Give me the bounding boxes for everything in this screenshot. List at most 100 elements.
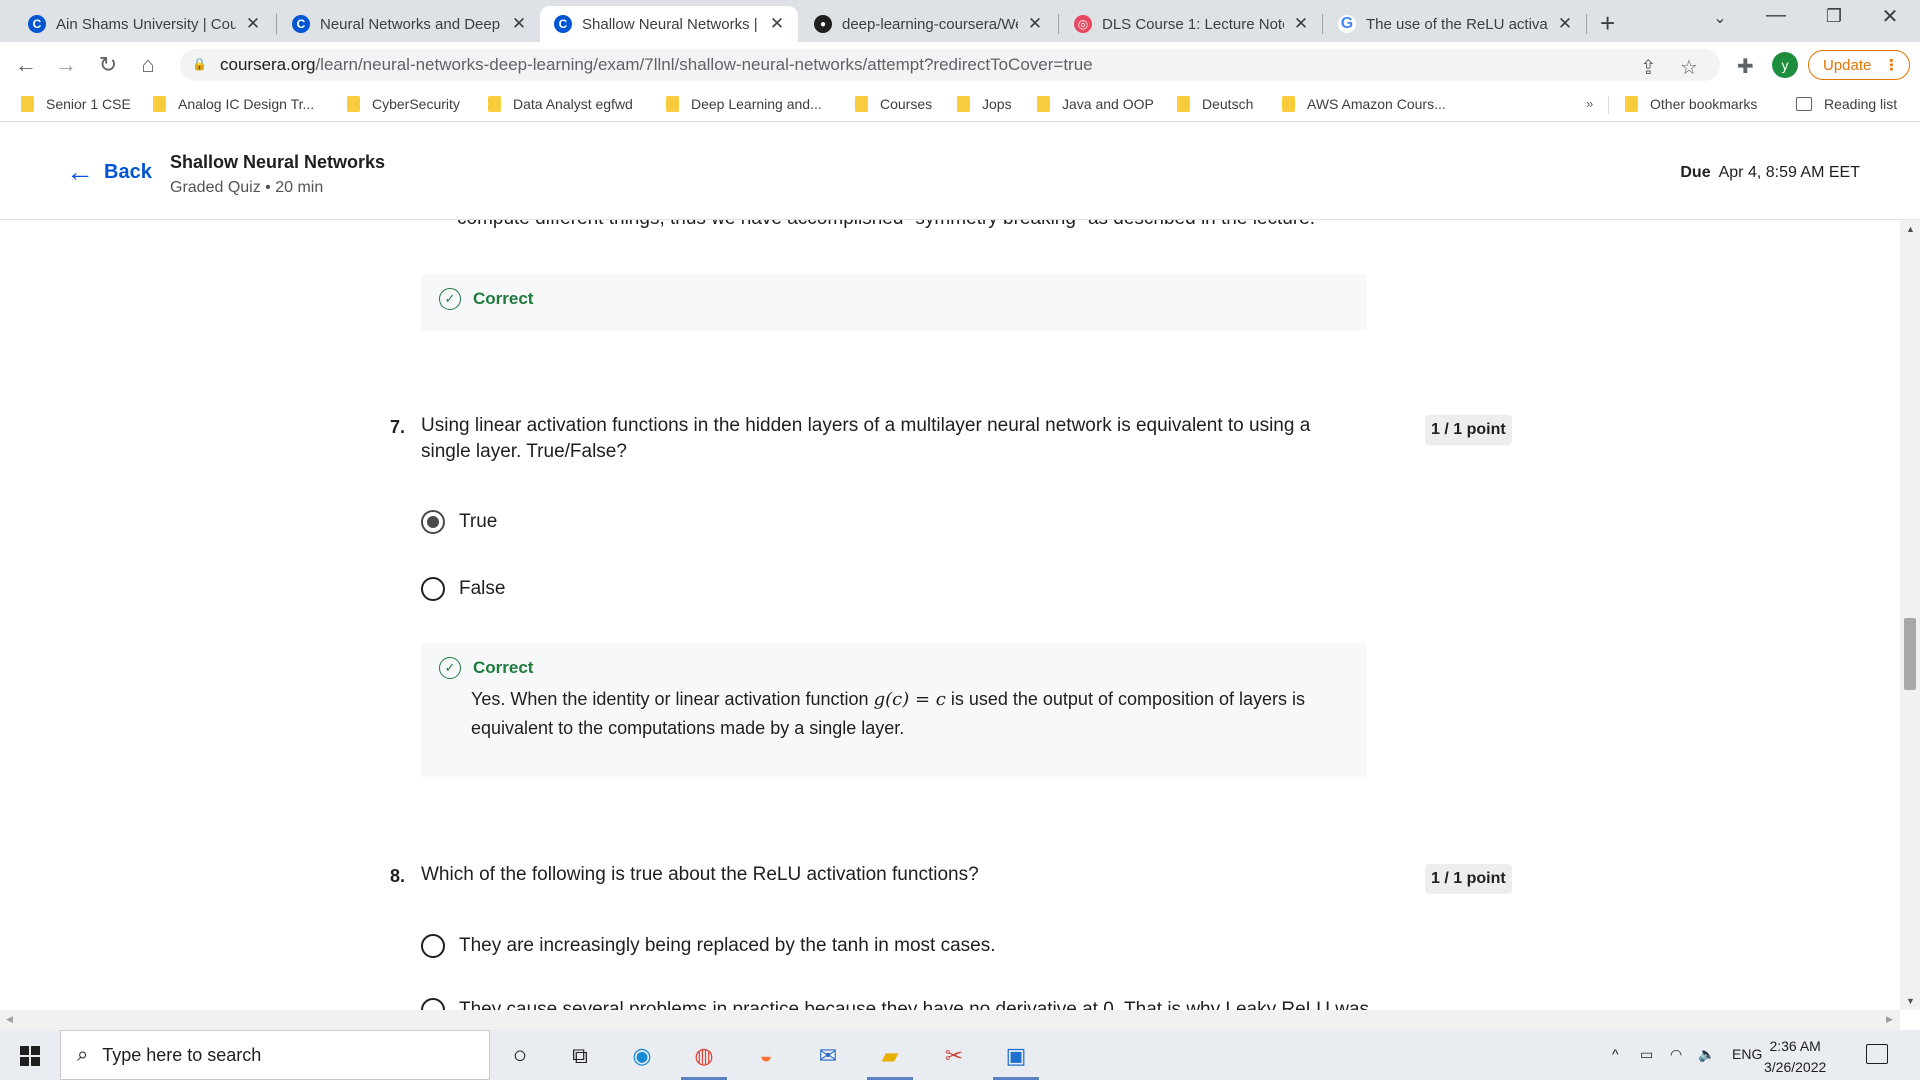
radio-button[interactable] [421, 510, 445, 534]
cortana-icon[interactable]: ○ [504, 1040, 536, 1072]
arrow-left-icon: ← [66, 156, 94, 187]
battery-icon[interactable]: ▭ [1640, 1046, 1653, 1063]
wifi-icon[interactable]: ◠ [1670, 1046, 1682, 1063]
option-tanh-replacement[interactable]: They are increasingly being replaced by … [421, 934, 996, 958]
bookmark-item[interactable]: Jops [957, 96, 1012, 112]
task-view-icon[interactable]: ⧉ [564, 1040, 596, 1072]
points-badge: 1 / 1 point [1425, 864, 1512, 894]
feedback-q7: ✓ Correct Yes. When the identity or line… [421, 643, 1367, 777]
edge-icon[interactable]: ◉ [626, 1040, 658, 1072]
clock-time: 2:36 AM [1769, 1038, 1821, 1054]
share-icon[interactable]: ⇪ [1640, 55, 1657, 80]
taskbar-search[interactable]: ⌕ Type here to search [60, 1030, 490, 1080]
scroll-right-icon[interactable]: ▶ [1886, 1014, 1893, 1025]
close-icon[interactable]: ✕ [508, 14, 530, 34]
update-label: Update [1823, 56, 1872, 74]
close-icon[interactable]: ✕ [1554, 14, 1576, 34]
scroll-left-icon[interactable]: ◀ [6, 1014, 13, 1025]
forward-arrow-icon[interactable]: → [50, 50, 82, 80]
update-button[interactable]: Update ⋮ [1808, 50, 1910, 80]
tab-dls-notes[interactable]: ◎ DLS Course 1: Lecture Note ✕ [1060, 6, 1322, 42]
new-tab-button[interactable]: + [1600, 8, 1615, 39]
bookmark-item[interactable]: Deep Learning and... [666, 96, 822, 112]
mail-icon[interactable]: ✉ [812, 1040, 844, 1072]
minimize-icon[interactable]: — [1756, 4, 1796, 27]
tab-ain-shams[interactable]: C Ain Shams University | Cour ✕ [14, 6, 274, 42]
volume-icon[interactable]: 🔈 [1698, 1046, 1715, 1063]
folder-icon [957, 96, 970, 112]
tab-search-icon[interactable]: ⌄ [1700, 8, 1740, 28]
question-number: 7. [390, 417, 406, 437]
radio-button[interactable] [421, 577, 445, 601]
scroll-down-icon[interactable]: ▼ [1906, 996, 1915, 1006]
vertical-scrollbar[interactable]: ▲ ▼ [1900, 220, 1920, 1010]
due-date: Due Apr 4, 8:59 AM EET [1680, 164, 1860, 182]
extensions-puzzle-icon[interactable]: ✚ [1737, 54, 1754, 79]
folder-icon [1625, 96, 1638, 112]
home-icon[interactable]: ⌂ [132, 50, 164, 80]
tab-github[interactable]: ● deep-learning-coursera/We ✕ [800, 6, 1056, 42]
bookmark-item[interactable]: Courses [855, 96, 932, 112]
bookmarks-overflow-icon[interactable]: » [1586, 96, 1593, 111]
back-arrow-icon[interactable]: ← [10, 50, 42, 80]
snipping-tool-icon[interactable]: ✂ [938, 1040, 970, 1072]
bookmark-item[interactable]: Deutsch [1177, 96, 1253, 112]
system-clock[interactable]: 2:36 AM 3/26/2022 [1764, 1036, 1826, 1078]
windows-start-icon[interactable] [20, 1046, 40, 1066]
firefox-icon[interactable]: ◒ [750, 1040, 782, 1072]
bookmark-item[interactable]: CyberSecurity [347, 96, 460, 112]
question-text: Using linear activation functions in the… [421, 415, 1311, 462]
bookmark-item[interactable]: Java and OOP [1037, 96, 1154, 112]
check-circle-icon: ✓ [439, 657, 461, 679]
tray-chevron-icon[interactable]: ^ [1612, 1046, 1619, 1062]
lock-icon: 🔒 [192, 57, 207, 71]
horizontal-scrollbar[interactable]: ◀ ▶ [0, 1010, 1900, 1030]
option-label: They cause several problems in practice … [459, 999, 1370, 1010]
close-icon[interactable]: ✕ [766, 14, 788, 34]
scrollbar-thumb[interactable] [1904, 618, 1916, 690]
bookmark-item[interactable]: Senior 1 CSE [21, 96, 131, 112]
bookmark-item[interactable]: Data Analyst egfwd [488, 96, 633, 112]
option-no-derivative[interactable]: They cause several problems in practice … [421, 998, 1369, 1010]
google-icon: G [1338, 15, 1356, 33]
close-icon[interactable]: ✕ [1024, 14, 1046, 34]
option-true[interactable]: True [421, 510, 497, 534]
language-indicator[interactable]: ENG [1732, 1046, 1762, 1062]
tab-strip: C Ain Shams University | Cour ✕ C Neural… [0, 0, 1920, 42]
other-bookmarks[interactable]: Other bookmarks [1625, 96, 1757, 112]
due-value: Apr 4, 8:59 AM EET [1718, 164, 1860, 181]
tab-shallow-neural-networks[interactable]: C Shallow Neural Networks | C ✕ [540, 6, 798, 42]
bookmark-item[interactable]: Analog IC Design Tr... [153, 96, 314, 112]
folder-icon [855, 96, 868, 112]
url-host: coursera.org [220, 55, 316, 74]
quiz-header: ← Back Shallow Neural Networks Graded Qu… [0, 122, 1920, 220]
folder-icon [1282, 96, 1295, 112]
file-explorer-icon[interactable]: ▰ [874, 1040, 906, 1072]
chrome-icon[interactable]: ◍ [688, 1040, 720, 1072]
restore-icon[interactable]: ❐ [1814, 6, 1854, 27]
coursera-icon: C [292, 15, 310, 33]
back-button[interactable]: ← Back [66, 158, 152, 186]
quiz-meta: Graded Quiz • 20 min [170, 179, 324, 196]
star-icon[interactable]: ☆ [1680, 55, 1698, 80]
option-false[interactable]: False [421, 577, 505, 601]
github-icon: ● [814, 15, 832, 33]
scroll-up-icon[interactable]: ▲ [1906, 224, 1915, 234]
tab-title: Neural Networks and Deep [320, 15, 501, 33]
address-bar[interactable]: 🔒 coursera.org/learn/neural-networks-dee… [180, 49, 1720, 81]
radio-button[interactable] [421, 998, 445, 1010]
reload-icon[interactable]: ↻ [92, 50, 124, 80]
close-icon[interactable]: ✕ [242, 14, 264, 34]
notifications-icon[interactable] [1866, 1044, 1888, 1064]
close-icon[interactable]: ✕ [1290, 14, 1312, 34]
browser-toolbar: ← → ↻ ⌂ 🔒 coursera.org/learn/neural-netw… [0, 42, 1920, 88]
tab-neural-networks[interactable]: C Neural Networks and Deep ✕ [278, 6, 540, 42]
reading-list[interactable]: Reading list [1796, 96, 1897, 112]
profile-avatar[interactable]: y [1772, 52, 1798, 78]
window-close-icon[interactable]: ✕ [1870, 4, 1910, 29]
tab-relu-google[interactable]: G The use of the ReLU activat ✕ [1324, 6, 1586, 42]
points-badge: 1 / 1 point [1425, 415, 1512, 445]
radio-button[interactable] [421, 934, 445, 958]
photos-icon[interactable]: ▣ [1000, 1040, 1032, 1072]
bookmark-item[interactable]: AWS Amazon Cours... [1282, 96, 1446, 112]
